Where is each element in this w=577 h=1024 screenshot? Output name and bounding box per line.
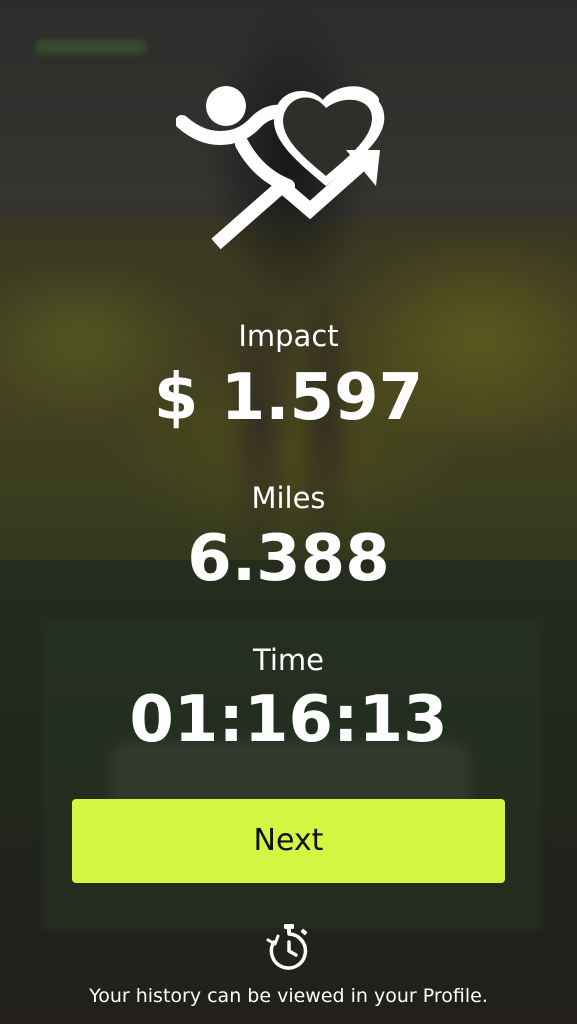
miles-label: Miles: [251, 481, 326, 515]
history-footer-text: Your history can be viewed in your Profi…: [89, 985, 488, 1007]
time-label: Time: [253, 643, 324, 677]
time-value: 01:16:13: [129, 683, 448, 757]
impact-label: Impact: [238, 319, 339, 353]
workout-summary-screen: Impact $ 1.597 Miles 6.388 Time 01:16:13…: [0, 0, 577, 1024]
miles-value: 6.388: [187, 522, 390, 596]
impact-value: $ 1.597: [153, 361, 424, 435]
stopwatch-history-icon[interactable]: [266, 922, 312, 970]
next-button[interactable]: Next: [72, 799, 505, 883]
runner-heart-logo-icon: [176, 86, 385, 250]
